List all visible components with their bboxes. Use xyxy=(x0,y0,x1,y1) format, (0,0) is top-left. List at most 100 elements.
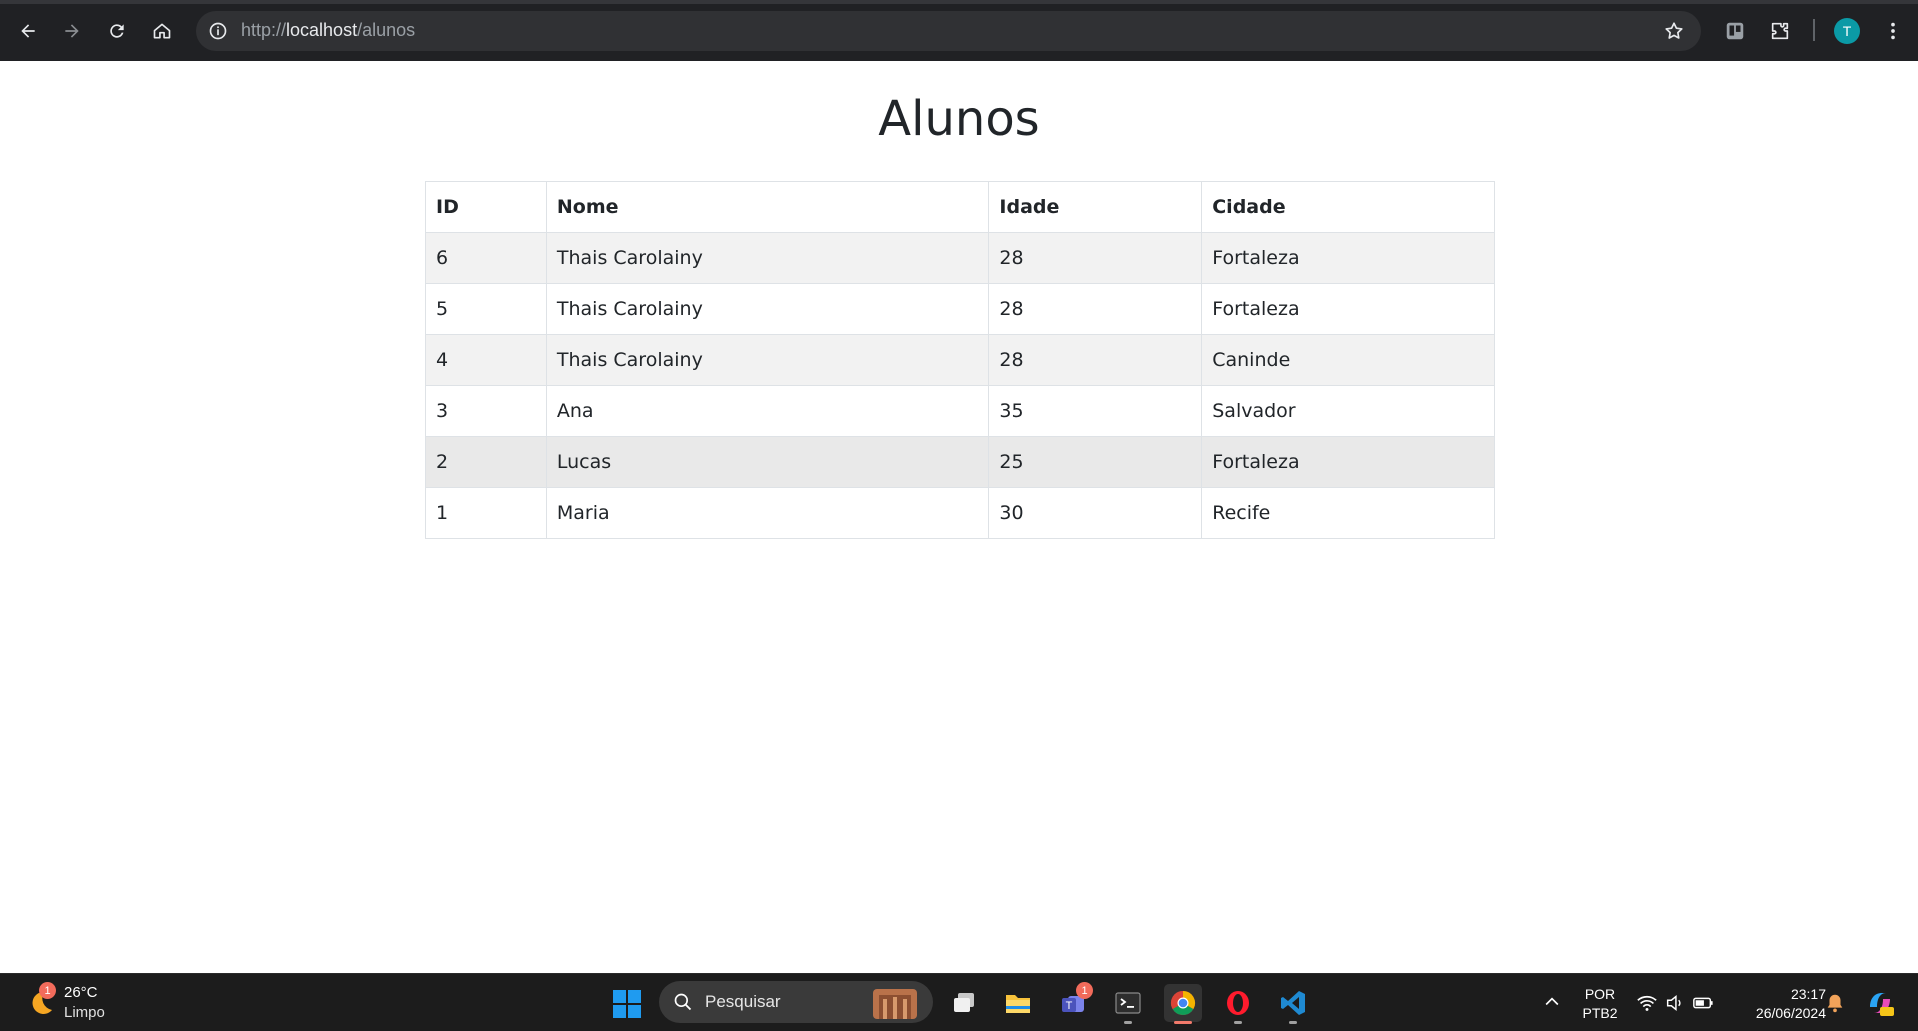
cell-cidade: Fortaleza xyxy=(1201,232,1495,284)
cell-cidade: Caninde xyxy=(1201,334,1495,386)
extension-trello-icon[interactable] xyxy=(1722,18,1748,44)
cell-idade: 30 xyxy=(988,487,1203,539)
search-placeholder: Pesquisar xyxy=(705,992,781,1011)
running-indicator xyxy=(1124,1021,1132,1024)
table-row: 2 Lucas 25 Fortaleza xyxy=(425,436,1495,488)
running-indicator xyxy=(1289,1021,1297,1024)
toolbar-separator xyxy=(1813,19,1815,41)
cell-id: 4 xyxy=(425,334,547,386)
cell-id: 6 xyxy=(425,232,547,284)
table-row: 6 Thais Carolainy 28 Fortaleza xyxy=(425,232,1495,284)
cell-id: 2 xyxy=(425,436,547,488)
column-header-idade: Idade xyxy=(988,181,1203,233)
running-indicator xyxy=(1234,1021,1242,1024)
reload-button[interactable] xyxy=(101,15,133,47)
file-explorer-button[interactable] xyxy=(999,984,1037,1022)
cell-nome: Maria xyxy=(545,487,990,539)
cell-idade: 28 xyxy=(988,334,1203,386)
cell-id: 3 xyxy=(425,385,547,437)
url-path: /alunos xyxy=(357,20,416,40)
info-icon[interactable] xyxy=(208,21,228,41)
table-row: 1 Maria 30 Recife xyxy=(425,487,1495,539)
opera-icon xyxy=(1227,991,1249,1015)
cell-idade: 28 xyxy=(988,232,1203,284)
cell-cidade: Fortaleza xyxy=(1201,283,1495,335)
table-row: 3 Ana 35 Salvador xyxy=(425,385,1495,437)
volume-icon[interactable] xyxy=(1664,992,1686,1014)
cell-idade: 35 xyxy=(988,385,1203,437)
folder-icon xyxy=(1006,995,1030,1013)
cell-nome: Lucas xyxy=(545,436,990,488)
copilot-icon[interactable] xyxy=(1864,987,1896,1019)
opera-button[interactable] xyxy=(1219,984,1257,1024)
language-code: POR xyxy=(1584,986,1616,1002)
windows-start-icon[interactable] xyxy=(612,989,642,1019)
svg-text:T: T xyxy=(1066,1000,1073,1012)
arrow-right-icon xyxy=(65,24,79,38)
page-title: Alunos xyxy=(878,91,1040,147)
cell-nome: Thais Carolainy xyxy=(545,283,990,335)
vscode-button[interactable] xyxy=(1274,984,1312,1024)
back-button[interactable] xyxy=(12,15,44,47)
input-language[interactable]: POR PTB2 xyxy=(1580,985,1620,1023)
cell-idade: 28 xyxy=(988,283,1203,335)
teams-badge: 1 xyxy=(1076,982,1093,999)
menu-kebab-icon[interactable] xyxy=(1880,18,1906,44)
students-table: ID Nome Idade Cidade 6 Thais Carolainy 2… xyxy=(425,181,1495,539)
tab-strip xyxy=(0,0,1918,4)
keyboard-layout: PTB2 xyxy=(1582,1005,1618,1021)
address-bar[interactable]: http://localhost/alunos xyxy=(196,11,1701,51)
browser-toolbar: http://localhost/alunos T xyxy=(0,0,1918,61)
wifi-icon[interactable] xyxy=(1636,992,1658,1014)
weather-temperature: 26°C xyxy=(64,984,98,1001)
chrome-icon xyxy=(1170,991,1196,1016)
url-host: localhost xyxy=(286,20,358,40)
vscode-icon xyxy=(1281,991,1305,1015)
taskbar-search[interactable]: Pesquisar xyxy=(659,981,933,1023)
cell-nome: Thais Carolainy xyxy=(545,232,990,284)
cell-cidade: Recife xyxy=(1201,487,1495,539)
table-header-row: ID Nome Idade Cidade xyxy=(425,181,1495,233)
battery-icon[interactable] xyxy=(1692,992,1714,1014)
search-icon xyxy=(674,993,692,1011)
chrome-button[interactable] xyxy=(1164,984,1202,1024)
home-icon xyxy=(153,23,171,39)
cell-id: 1 xyxy=(425,487,547,539)
task-view-icon xyxy=(954,993,974,1012)
cell-cidade: Salvador xyxy=(1201,385,1495,437)
column-header-nome: Nome xyxy=(545,181,990,233)
profile-avatar[interactable]: T xyxy=(1834,18,1860,44)
notification-bell-icon[interactable] xyxy=(1824,992,1846,1014)
system-clock[interactable]: 23:17 26/06/2024 xyxy=(1734,985,1826,1023)
cell-cidade: Fortaleza xyxy=(1201,436,1495,488)
column-header-cidade: Cidade xyxy=(1201,181,1495,233)
cell-idade: 25 xyxy=(988,436,1203,488)
page-content: Alunos ID Nome Idade Cidade 6 Thais Caro… xyxy=(0,61,1918,973)
table-row: 4 Thais Carolainy 28 Caninde xyxy=(425,334,1495,386)
terminal-icon xyxy=(1115,992,1141,1014)
chevron-up-icon[interactable] xyxy=(1542,992,1562,1012)
weather-description: Limpo xyxy=(64,1004,105,1021)
teams-button[interactable]: T 1 xyxy=(1054,982,1093,1022)
terminal-button[interactable] xyxy=(1109,984,1147,1024)
cell-nome: Thais Carolainy xyxy=(545,334,990,386)
weather-badge: 1 xyxy=(39,982,56,999)
url-text[interactable]: http://localhost/alunos xyxy=(241,20,415,41)
cell-nome: Ana xyxy=(545,385,990,437)
column-header-id: ID xyxy=(425,181,547,233)
cell-id: 5 xyxy=(425,283,547,335)
search-highlight-image xyxy=(873,989,917,1019)
url-scheme: http:// xyxy=(241,20,287,40)
reload-icon xyxy=(110,24,124,38)
extensions-puzzle-icon[interactable] xyxy=(1767,18,1793,44)
home-button[interactable] xyxy=(146,15,178,47)
arrow-left-icon xyxy=(21,24,35,38)
clock-time: 23:17 xyxy=(1790,986,1826,1002)
task-view-button[interactable] xyxy=(945,984,983,1022)
forward-button[interactable] xyxy=(56,15,88,47)
clock-date: 26/06/2024 xyxy=(1755,1005,1826,1021)
running-indicator xyxy=(1174,1021,1192,1024)
table-row: 5 Thais Carolainy 28 Fortaleza xyxy=(425,283,1495,335)
bookmark-star-icon[interactable] xyxy=(1663,20,1685,42)
windows-taskbar: 1 26°C Limpo Pesquisar T 1 POR PTB2 23:1… xyxy=(0,973,1918,1031)
